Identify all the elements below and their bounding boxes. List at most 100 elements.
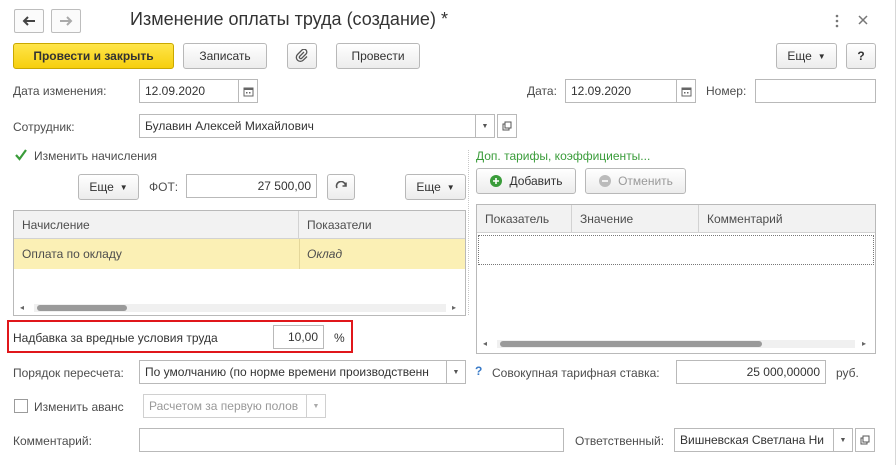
horizontal-scrollbar[interactable] bbox=[34, 304, 446, 312]
fot-label: ФОТ: bbox=[149, 180, 179, 194]
plus-circle-icon bbox=[490, 175, 503, 187]
fot-field: 27 500,00 bbox=[186, 174, 317, 198]
more-button-label: Еще bbox=[787, 49, 812, 63]
accruals-table[interactable]: Начисление Показатели Оплата по окладу О… bbox=[13, 210, 466, 316]
checkmark-icon bbox=[15, 149, 27, 161]
responsible-field[interactable]: Вишневская Светлана Ни bbox=[674, 428, 834, 452]
more-button[interactable]: Еще ▼ bbox=[776, 43, 837, 69]
chevron-down-icon: ▼ bbox=[481, 122, 489, 130]
date-field[interactable]: 12.09.2020 bbox=[565, 79, 677, 103]
arrow-left-icon bbox=[22, 16, 35, 26]
scroll-right-icon[interactable]: ▸ bbox=[452, 303, 456, 312]
accruals-more-label-2: Еще bbox=[416, 180, 441, 194]
employee-label: Сотрудник: bbox=[13, 120, 75, 134]
change-advance-checkbox[interactable] bbox=[14, 399, 28, 413]
date-calendar-button[interactable] bbox=[676, 79, 696, 103]
row-accrual-cell: Оплата по окладу bbox=[22, 247, 122, 261]
column-header-indicator[interactable]: Показатель bbox=[477, 205, 572, 233]
document-window: Изменение оплаты труда (создание) * Пров… bbox=[0, 0, 896, 465]
total-rate-label: Совокупная тарифная ставка: bbox=[492, 366, 660, 380]
attach-button[interactable] bbox=[287, 43, 317, 69]
employee-dropdown-button[interactable]: ▼ bbox=[475, 114, 495, 138]
responsible-label: Ответственный: bbox=[575, 434, 665, 448]
advance-dropdown-button: ▼ bbox=[306, 394, 326, 418]
help-question-icon[interactable]: ? bbox=[475, 364, 482, 378]
chevron-down-icon: ▼ bbox=[446, 182, 455, 192]
open-link-icon bbox=[502, 121, 512, 131]
accruals-more-button-2[interactable]: Еще ▼ bbox=[405, 174, 466, 200]
change-accruals-label: Изменить начисления bbox=[34, 149, 157, 163]
scroll-left-icon[interactable]: ◂ bbox=[483, 339, 487, 348]
row-indicator-cell: Оклад bbox=[307, 247, 343, 261]
forward-button[interactable] bbox=[51, 9, 81, 33]
recalc-label: Порядок пересчета: bbox=[13, 366, 124, 380]
calendar-button[interactable] bbox=[238, 79, 258, 103]
responsible-dropdown-button[interactable]: ▼ bbox=[833, 428, 853, 452]
chevron-down-icon: ▼ bbox=[119, 182, 128, 192]
chevron-down-icon: ▼ bbox=[312, 402, 320, 410]
minus-circle-icon bbox=[599, 175, 612, 187]
help-button[interactable]: ? bbox=[846, 43, 876, 69]
number-label: Номер: bbox=[706, 84, 747, 98]
advance-select: Расчетом за первую полов bbox=[143, 394, 310, 418]
close-icon[interactable] bbox=[857, 14, 869, 26]
scroll-right-icon[interactable]: ▸ bbox=[862, 339, 866, 348]
indicators-table-header: Показатель Значение Комментарий bbox=[477, 205, 875, 233]
column-header-value[interactable]: Значение bbox=[572, 205, 699, 233]
comment-field[interactable] bbox=[139, 428, 564, 452]
calendar-icon bbox=[681, 87, 691, 96]
date-label: Дата: bbox=[527, 84, 557, 98]
paperclip-icon bbox=[295, 49, 308, 63]
employee-field[interactable]: Булавин Алексей Михайлович bbox=[139, 114, 476, 138]
comment-label: Комментарий: bbox=[13, 434, 92, 448]
column-header-indicators[interactable]: Показатели bbox=[299, 211, 465, 239]
refresh-fot-button[interactable] bbox=[327, 174, 355, 200]
change-date-label: Дата изменения: bbox=[13, 84, 107, 98]
change-date-field[interactable]: 12.09.2020 bbox=[139, 79, 239, 103]
number-field[interactable] bbox=[755, 79, 876, 103]
add-button[interactable]: Добавить bbox=[476, 168, 576, 194]
indicators-table[interactable]: Показатель Значение Комментарий ◂ ▸ bbox=[476, 204, 876, 354]
accruals-more-label: Еще bbox=[89, 180, 114, 194]
section-divider bbox=[468, 150, 469, 315]
scroll-left-icon[interactable]: ◂ bbox=[20, 303, 24, 312]
total-rate-unit: руб. bbox=[836, 366, 859, 380]
recalc-dropdown-button[interactable]: ▼ bbox=[446, 360, 466, 384]
hazard-label: Надбавка за вредные условия труда bbox=[13, 331, 218, 345]
post-and-close-button[interactable]: Провести и закрыть bbox=[13, 43, 174, 69]
change-accruals-checkbox[interactable] bbox=[14, 148, 28, 162]
employee-open-button[interactable] bbox=[497, 114, 517, 138]
add-button-label: Добавить bbox=[509, 174, 563, 188]
open-link-icon bbox=[860, 435, 870, 445]
chevron-down-icon: ▼ bbox=[817, 51, 826, 61]
chevron-down-icon: ▼ bbox=[452, 368, 460, 376]
extra-tariffs-link[interactable]: Доп. тарифы, коэффициенты... bbox=[476, 149, 650, 163]
cancel-button: Отменить bbox=[585, 168, 686, 194]
empty-row[interactable] bbox=[478, 235, 874, 265]
hazard-field[interactable]: 10,00 bbox=[273, 325, 324, 349]
accruals-table-header: Начисление Показатели bbox=[14, 211, 465, 239]
accruals-more-button[interactable]: Еще ▼ bbox=[78, 174, 139, 200]
column-divider bbox=[299, 239, 300, 269]
change-advance-label: Изменить аванс bbox=[34, 400, 124, 414]
column-header-accrual[interactable]: Начисление bbox=[14, 211, 299, 239]
arrow-right-icon bbox=[60, 16, 73, 26]
more-actions-icon[interactable] bbox=[832, 12, 842, 30]
calendar-icon bbox=[243, 87, 253, 96]
recalc-select[interactable]: По умолчанию (по норме времени производс… bbox=[139, 360, 447, 384]
refresh-icon bbox=[335, 180, 347, 188]
column-header-comment[interactable]: Комментарий bbox=[699, 205, 875, 233]
back-button[interactable] bbox=[14, 9, 44, 33]
page-title: Изменение оплаты труда (создание) * bbox=[130, 9, 448, 29]
table-row[interactable]: Оплата по окладу Оклад bbox=[14, 239, 465, 269]
scroll-thumb[interactable] bbox=[37, 305, 127, 311]
hazard-unit: % bbox=[334, 331, 345, 345]
cancel-button-label: Отменить bbox=[618, 174, 673, 188]
save-button[interactable]: Записать bbox=[183, 43, 267, 69]
post-button[interactable]: Провести bbox=[336, 43, 420, 69]
total-rate-field: 25 000,00000 bbox=[676, 360, 826, 384]
responsible-open-button[interactable] bbox=[855, 428, 875, 452]
scroll-thumb[interactable] bbox=[500, 341, 762, 347]
horizontal-scrollbar[interactable] bbox=[497, 340, 855, 348]
chevron-down-icon: ▼ bbox=[839, 436, 847, 444]
